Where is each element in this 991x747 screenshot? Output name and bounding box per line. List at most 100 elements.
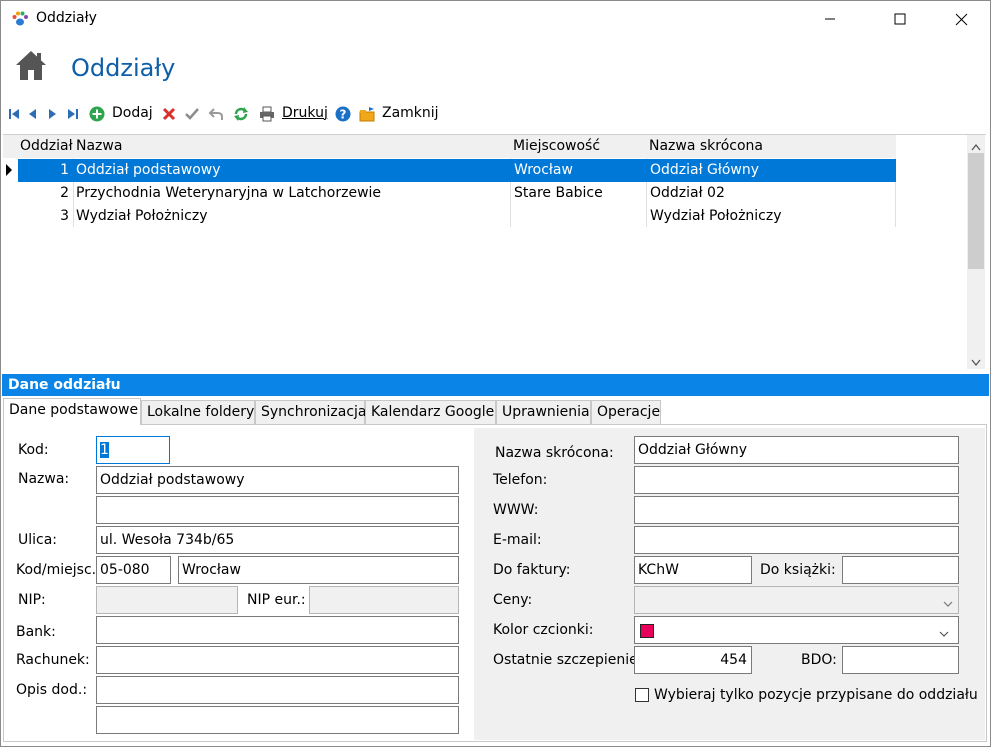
nip-eu-field — [309, 586, 459, 614]
tab-operations[interactable]: Operacje — [591, 400, 661, 424]
cell-city: Stare Babice — [514, 185, 603, 201]
add-icon[interactable] — [89, 106, 105, 122]
table-row[interactable]: 1 Oddział podstawowy Wrocław Oddział Głó… — [18, 159, 896, 182]
branch-items-only-checkbox[interactable] — [635, 688, 649, 702]
home-icon — [14, 48, 48, 82]
print-button[interactable]: Drukuj — [282, 105, 328, 121]
postcode-field[interactable]: 05-080 — [96, 556, 171, 584]
current-row-indicator-icon — [5, 163, 13, 181]
account-label: Rachunek: — [16, 652, 90, 668]
column-header-name[interactable]: Nazwa — [76, 138, 122, 154]
additional-description-field[interactable] — [96, 676, 459, 704]
city-field[interactable]: Wrocław — [178, 556, 459, 584]
phone-label: Telefon: — [493, 472, 548, 488]
www-field[interactable] — [634, 496, 959, 524]
delete-icon[interactable] — [161, 106, 177, 122]
close-button[interactable]: Zamknij — [382, 105, 439, 121]
font-color-dropdown[interactable] — [634, 616, 959, 644]
table-row[interactable]: 3 Wydział Położniczy Wydział Położniczy — [18, 205, 896, 228]
font-color-label: Kolor czcionki: — [493, 622, 594, 638]
help-icon[interactable]: ? — [335, 106, 351, 122]
cell-name: Przychodnia Weterynaryjna w Latchorzewie — [76, 185, 382, 201]
street-label: Ulica: — [18, 532, 58, 548]
name-line2-field[interactable] — [96, 496, 459, 524]
close-window-button[interactable] — [938, 1, 984, 37]
cell-id: 2 — [60, 185, 69, 201]
last-vaccination-label: Ostatnie szczepienie: — [493, 652, 643, 668]
name-field[interactable]: Oddział podstawowy — [96, 466, 459, 494]
panel-title: Dane oddziału — [8, 377, 121, 393]
cell-city: Wrocław — [514, 162, 573, 178]
name-label: Nazwa: — [18, 471, 70, 487]
printer-icon[interactable] — [259, 106, 275, 122]
additional-description-label: Opis dod.: — [16, 682, 88, 698]
scroll-thumb[interactable] — [968, 153, 984, 269]
prices-dropdown[interactable] — [634, 586, 959, 614]
tab-basic-data[interactable]: Dane podstawowe — [3, 398, 141, 425]
column-header-short-name[interactable]: Nazwa skrócona — [649, 138, 763, 154]
maximize-icon — [894, 13, 906, 25]
branches-grid: Oddział Nazwa Miejscowość Nazwa skrócona… — [3, 134, 986, 371]
tab-local-folders[interactable]: Lokalne foldery — [141, 400, 255, 424]
invoice-label: Do faktury: — [493, 562, 571, 578]
email-field[interactable] — [634, 526, 959, 554]
postcode-city-label: Kod/miejsc.: — [16, 562, 101, 578]
svg-text:?: ? — [340, 108, 347, 122]
confirm-check-icon[interactable] — [184, 106, 200, 122]
chevron-down-icon — [943, 596, 953, 612]
scroll-down-icon[interactable] — [971, 355, 981, 371]
tab-google-calendar[interactable]: Kalendarz Google — [365, 400, 496, 424]
bank-field[interactable] — [96, 616, 459, 644]
window-title: Oddziały — [36, 10, 97, 26]
cell-id: 3 — [60, 208, 69, 224]
cell-name: Wydział Położniczy — [76, 208, 208, 224]
account-field[interactable] — [96, 646, 459, 674]
additional-description-line2-field[interactable] — [96, 706, 459, 734]
email-label: E-mail: — [493, 532, 542, 548]
last-vaccination-field[interactable]: 454 — [634, 646, 752, 674]
undo-icon[interactable] — [208, 106, 224, 122]
book-field[interactable] — [842, 556, 959, 584]
invoice-field[interactable]: KChW — [634, 556, 752, 584]
add-button[interactable]: Dodaj — [112, 105, 153, 121]
previous-record-icon[interactable] — [24, 106, 40, 122]
chevron-down-icon — [939, 626, 949, 642]
column-header-id[interactable]: Oddział — [20, 138, 73, 154]
nip-label: NIP: — [18, 592, 46, 608]
panel-header: Dane oddziału — [2, 374, 989, 396]
book-label: Do książki: — [760, 562, 836, 578]
phone-field[interactable] — [634, 466, 959, 494]
refresh-icon[interactable] — [233, 106, 249, 122]
bdo-field[interactable] — [842, 646, 959, 674]
exit-icon[interactable] — [359, 106, 375, 122]
nip-eu-label: NIP eur.: — [247, 592, 306, 608]
prices-label: Ceny: — [493, 592, 533, 608]
grid-scrollbar[interactable] — [967, 135, 985, 369]
last-record-icon[interactable] — [65, 106, 81, 122]
cell-short-name: Oddział Główny — [650, 162, 760, 178]
title-bar: Oddziały — [1, 1, 990, 37]
table-row[interactable]: 2 Przychodnia Weterynaryjna w Latchorzew… — [18, 182, 896, 205]
first-record-icon[interactable] — [6, 106, 22, 122]
tab-permissions[interactable]: Uprawnienia — [496, 400, 591, 424]
short-name-field[interactable]: Oddział Główny — [634, 436, 959, 464]
minimize-button[interactable] — [807, 1, 853, 37]
minimize-icon — [825, 18, 835, 20]
bdo-label: BDO: — [801, 652, 837, 668]
tab-synchronization[interactable]: Synchronizacja — [255, 400, 367, 424]
nip-field — [96, 586, 238, 614]
close-icon — [955, 13, 967, 25]
cell-name: Oddział podstawowy — [76, 162, 221, 178]
column-header-city[interactable]: Miejscowość — [513, 138, 600, 154]
page-title: Oddziały — [71, 54, 176, 82]
code-field[interactable]: 1 — [96, 436, 170, 464]
maximize-button[interactable] — [877, 1, 923, 37]
next-record-icon[interactable] — [45, 106, 61, 122]
cell-id: 1 — [60, 162, 69, 178]
color-swatch — [640, 624, 654, 638]
branch-items-only-label[interactable]: Wybieraj tylko pozycje przypisane do odd… — [654, 687, 978, 703]
code-label: Kod: — [18, 442, 49, 458]
app-paw-icon — [11, 10, 29, 28]
bank-label: Bank: — [16, 624, 56, 640]
street-field[interactable]: ul. Wesoła 734b/65 — [96, 526, 459, 554]
